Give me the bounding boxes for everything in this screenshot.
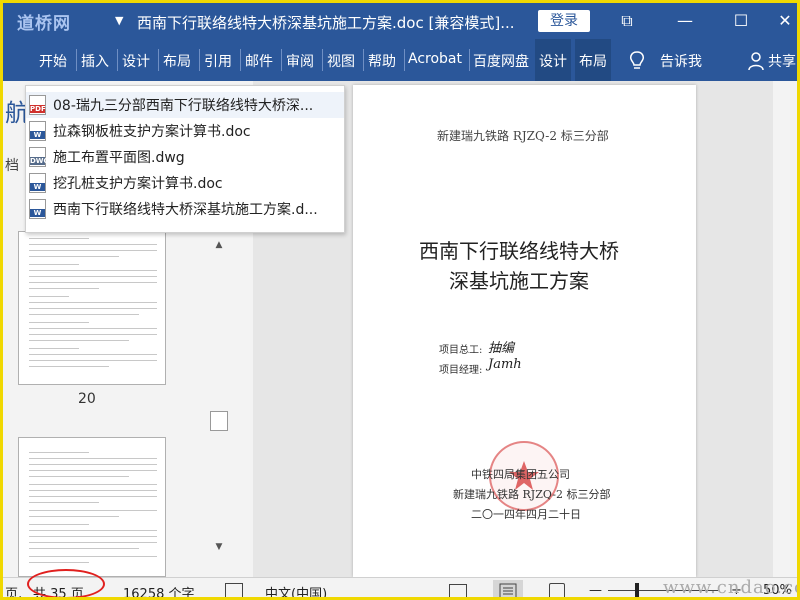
app-window: 道桥网 ▼ 西南下行联络线特大桥深基坑施工方案.doc [兼容模式]... 登录… [0,0,800,600]
tab-acrobat[interactable]: Acrobat [408,51,466,67]
page-indicator-prefix: 页, [5,587,23,600]
nav-pane-label: 档 [5,158,19,174]
print-layout-icon[interactable] [493,580,523,597]
word-icon: W [29,199,46,219]
document-scrollbar[interactable] [773,81,797,577]
tab-mailings[interactable]: 邮件 [245,51,273,71]
tab-table-layout[interactable]: 布局 [575,39,611,81]
project-manager-signature: Jamh [488,357,522,372]
tab-baidu-netdisk[interactable]: 百度网盘 [473,51,533,71]
proofing-icon[interactable] [225,583,243,597]
word-icon: W [29,173,46,193]
recent-file-item[interactable]: W 西南下行联络线特大桥深基坑施工方案.d... [26,196,344,222]
project-manager-label: 项目经理: [439,365,483,376]
word-count[interactable]: 16258 个字 [123,583,195,597]
page-title-line2: 深基坑施工方案 [449,269,589,293]
ribbon-display-options-icon[interactable]: ⧉ [613,9,641,33]
language-indicator[interactable]: 中文(中国) [265,583,327,597]
organization-name: 中铁四局集团五公司 [471,468,570,481]
chevron-down-icon[interactable]: ▼ [115,14,123,27]
word-icon: W [29,121,46,141]
tab-view[interactable]: 视图 [327,51,355,71]
recent-file-item[interactable]: PDF 08-瑞九三分部西南下行联络线特大桥深... [26,92,344,118]
tell-me-search[interactable]: 告诉我 [660,51,702,71]
scroll-up-icon[interactable]: ▲ [209,236,229,254]
chief-engineer-label: 项目总工: [439,345,483,356]
page-header: 新建瑞九铁路 RJZQ-2 标三分部 [437,129,609,143]
zoom-slider-thumb[interactable] [635,583,639,597]
document-title: 西南下行联络线特大桥深基坑施工方案.doc [兼容模式]... [137,14,515,32]
document-date: 二〇一四年四月二十日 [471,508,581,521]
watermark-text: www.cndao.com [663,577,797,598]
tab-layout[interactable]: 布局 [163,51,191,71]
person-icon[interactable] [747,51,765,71]
web-layout-icon[interactable] [549,583,565,597]
tab-review[interactable]: 审阅 [286,51,314,71]
zoom-out-button[interactable]: — [589,583,602,597]
read-mode-icon[interactable] [449,584,467,597]
page-thumbnail[interactable] [18,231,166,385]
document-page[interactable]: 新建瑞九铁路 RJZQ-2 标三分部 西南下行联络线特大桥 深基坑施工方案 项目… [353,85,696,577]
recent-files-list: PDF 08-瑞九三分部西南下行联络线特大桥深... W 拉森钢板桩支护方案计算… [25,85,345,233]
navigation-pane: 航 档 20 ▲ ▼ PDF 08-瑞九三分部西南下行联络线特大桥深... W … [3,81,345,577]
tab-help[interactable]: 帮助 [368,51,396,71]
close-button[interactable]: ✕ [771,9,797,33]
page-title-line1: 西南下行联络线特大桥 [419,239,619,263]
scroll-thumb[interactable] [210,411,228,431]
page-thumbnail[interactable] [18,437,166,577]
share-button[interactable]: 共享 [768,51,796,71]
tab-home[interactable]: 开始 [39,51,67,71]
pdf-icon: PDF [29,95,46,115]
lightbulb-icon[interactable] [627,50,647,72]
recent-file-item[interactable]: W 挖孔桩支护方案计算书.doc [26,170,344,196]
dwg-icon: DWG [29,147,49,167]
project-name: 新建瑞九铁路 RJZQ-2 标三分部 [453,488,611,501]
tab-design[interactable]: 设计 [122,51,150,71]
login-button[interactable]: 登录 [538,10,590,32]
tab-insert[interactable]: 插入 [81,51,109,71]
maximize-button[interactable]: ☐ [727,9,755,33]
chief-engineer-signature: 抽编 [488,341,515,356]
ribbon-tab-bar: 开始 插入 设计 布局 引用 邮件 审阅 视图 帮助 Acrobat 百度网盘 … [3,39,797,81]
recent-file-item[interactable]: W 拉森钢板桩支护方案计算书.doc [26,118,344,144]
tab-table-design[interactable]: 设计 [535,39,571,81]
title-bar: 道桥网 ▼ 西南下行联络线特大桥深基坑施工方案.doc [兼容模式]... 登录… [3,3,797,39]
thumbnail-page-number: 20 [78,391,96,407]
scroll-down-icon[interactable]: ▼ [209,538,229,556]
site-logo: 道桥网 [17,14,71,34]
nav-pane-scrollbar[interactable]: ▲ ▼ [209,236,229,556]
recent-file-item[interactable]: DWG 施工布置平面图.dwg [26,144,344,170]
minimize-button[interactable]: — [671,9,699,33]
annotation-highlight-circle [27,569,105,597]
workspace: 航 档 20 ▲ ▼ PDF 08-瑞九三分部西南下行联络线特大桥深... W … [3,81,797,577]
tab-references[interactable]: 引用 [204,51,232,71]
